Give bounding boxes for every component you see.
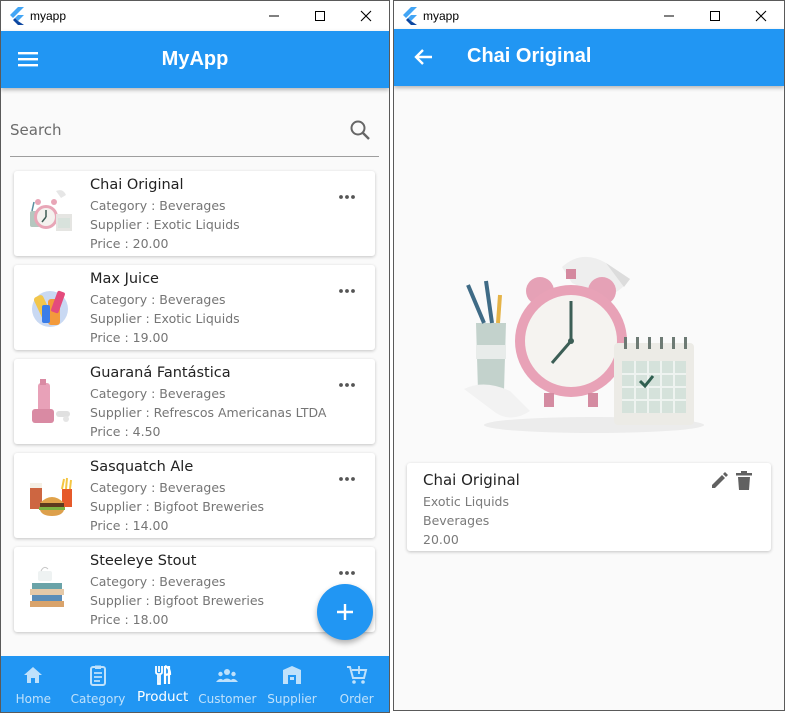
nav-item-category[interactable]: Category bbox=[66, 656, 131, 712]
product-detail-card: Chai Original Exotic Liquids Beverages 2… bbox=[407, 463, 771, 551]
window-title: myapp bbox=[30, 9, 67, 23]
minimize-button[interactable] bbox=[251, 1, 297, 31]
juice-bottles-illustration bbox=[32, 290, 68, 327]
app-bar: Chai Original bbox=[394, 29, 784, 86]
maximize-button[interactable] bbox=[692, 1, 738, 31]
product-detail-window: myapp Chai Original Chai Original Exotic… bbox=[393, 0, 785, 711]
add-icon bbox=[337, 604, 353, 620]
product-name: Guaraná Fantástica bbox=[90, 365, 231, 381]
nav-item-supplier[interactable]: Supplier bbox=[260, 656, 325, 712]
product-name: Max Juice bbox=[90, 271, 159, 287]
product-supplier: Supplier : Refrescos Americanas LTDA bbox=[90, 405, 327, 420]
product-price: Price : 18.00 bbox=[90, 612, 169, 627]
product-supplier: Supplier : Bigfoot Breweries bbox=[90, 499, 265, 514]
flutter-logo-icon bbox=[403, 7, 417, 25]
page-title: Chai Original bbox=[467, 45, 592, 67]
window-titlebar[interactable]: myapp bbox=[394, 1, 784, 31]
more-horiz-icon[interactable] bbox=[337, 191, 357, 203]
product-price: 20.00 bbox=[423, 532, 459, 547]
product-list-window: myapp MyApp Search Chai Original Categor… bbox=[0, 0, 390, 713]
people-icon bbox=[216, 669, 239, 682]
pink-bottles-illustration bbox=[32, 379, 70, 423]
search-field[interactable]: Search bbox=[10, 109, 379, 157]
cutlery-icon bbox=[154, 664, 171, 685]
product-category: Category : Beverages bbox=[90, 480, 226, 495]
product-supplier: Exotic Liquids bbox=[423, 494, 509, 509]
product-supplier: Supplier : Exotic Liquids bbox=[90, 217, 240, 232]
back-arrow-icon[interactable] bbox=[412, 46, 434, 68]
nav-label: Supplier bbox=[267, 692, 317, 706]
product-name: Sasquatch Ale bbox=[90, 459, 194, 475]
books-cup-illustration bbox=[30, 566, 64, 607]
close-button[interactable] bbox=[343, 1, 389, 31]
add-product-button[interactable] bbox=[317, 584, 373, 640]
cart-icon bbox=[346, 666, 367, 684]
delete-icon[interactable] bbox=[734, 470, 754, 492]
minimize-icon bbox=[664, 15, 674, 17]
window-titlebar[interactable]: myapp bbox=[1, 1, 389, 31]
product-supplier: Supplier : Exotic Liquids bbox=[90, 311, 240, 326]
nav-label: Order bbox=[339, 692, 374, 706]
nav-label: Customer bbox=[198, 692, 257, 706]
product-card[interactable]: Guaraná Fantástica Category : Beverages … bbox=[14, 359, 375, 444]
product-name: Steeleye Stout bbox=[90, 553, 197, 569]
product-price: Price : 4.50 bbox=[90, 424, 161, 439]
app-title: MyApp bbox=[161, 48, 229, 70]
alarm-clock-illustration bbox=[30, 190, 72, 231]
search-icon[interactable] bbox=[349, 119, 371, 141]
product-card[interactable]: Chai Original Category : Beverages Suppl… bbox=[14, 171, 375, 256]
nav-item-product[interactable]: Product bbox=[130, 656, 195, 712]
product-category: Category : Beverages bbox=[90, 292, 226, 307]
window-title: myapp bbox=[423, 9, 460, 23]
product-supplier: Supplier : Bigfoot Breweries bbox=[90, 593, 265, 608]
close-icon bbox=[755, 10, 767, 22]
nav-item-customer[interactable]: Customer bbox=[195, 656, 260, 712]
burger-drinks-illustration bbox=[30, 477, 72, 516]
menu-icon[interactable] bbox=[17, 48, 39, 70]
maximize-icon bbox=[710, 11, 720, 21]
product-category: Beverages bbox=[423, 513, 490, 528]
minimize-icon bbox=[269, 15, 279, 17]
maximize-icon bbox=[315, 11, 325, 21]
close-button[interactable] bbox=[738, 1, 784, 31]
more-horiz-icon[interactable] bbox=[337, 379, 357, 391]
flutter-logo-icon bbox=[10, 7, 24, 25]
minimize-button[interactable] bbox=[646, 1, 692, 31]
more-horiz-icon[interactable] bbox=[337, 473, 357, 485]
app-bar: MyApp bbox=[1, 31, 389, 88]
product-category: Category : Beverages bbox=[90, 574, 226, 589]
nav-label: Home bbox=[15, 692, 52, 706]
nav-item-home[interactable]: Home bbox=[1, 656, 66, 712]
product-price: Price : 14.00 bbox=[90, 518, 169, 533]
product-name: Chai Original bbox=[423, 471, 520, 489]
nav-item-order[interactable]: Order bbox=[324, 656, 389, 712]
home-icon bbox=[24, 667, 43, 683]
clipboard-icon bbox=[90, 665, 106, 686]
product-card[interactable]: Max Juice Category : Beverages Supplier … bbox=[14, 265, 375, 350]
product-name: Chai Original bbox=[90, 177, 184, 193]
bottom-navigation: Home Category Product Customer Supplier … bbox=[1, 656, 389, 712]
search-placeholder: Search bbox=[10, 121, 62, 139]
product-category: Category : Beverages bbox=[90, 198, 226, 213]
more-horiz-icon[interactable] bbox=[337, 285, 357, 297]
nav-label: Product bbox=[137, 689, 189, 705]
product-category: Category : Beverages bbox=[90, 386, 226, 401]
product-price: Price : 20.00 bbox=[90, 236, 169, 251]
close-icon bbox=[360, 10, 372, 22]
store-icon bbox=[283, 666, 302, 684]
product-price: Price : 19.00 bbox=[90, 330, 169, 345]
alarm-clock-illustration bbox=[464, 256, 704, 433]
nav-label: Category bbox=[70, 692, 126, 706]
more-horiz-icon[interactable] bbox=[337, 567, 357, 579]
product-card[interactable]: Sasquatch Ale Category : Beverages Suppl… bbox=[14, 453, 375, 538]
edit-icon[interactable] bbox=[709, 471, 729, 491]
maximize-button[interactable] bbox=[297, 1, 343, 31]
